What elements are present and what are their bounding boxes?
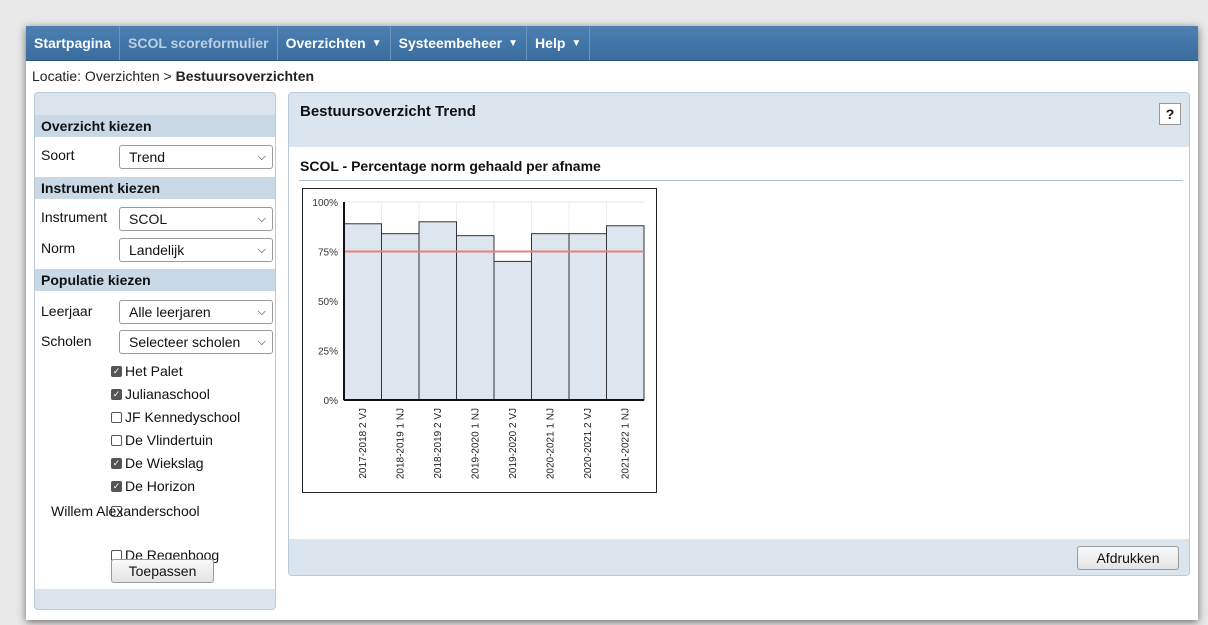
norm-select[interactable]: Landelijk ⌵	[119, 238, 273, 262]
school-checkbox-row[interactable]: JF Kennedyschool	[111, 409, 240, 425]
main-header: Bestuursoverzicht Trend ?	[289, 93, 1189, 147]
y-tick-label: 100%	[312, 198, 338, 209]
y-tick-label: 25%	[318, 347, 338, 358]
nav-item-help[interactable]: Help ▼	[527, 26, 591, 60]
leerjaar-label: Leerjaar	[41, 303, 93, 319]
help-button[interactable]: ?	[1159, 103, 1181, 125]
norm-value: Landelijk	[129, 242, 185, 258]
nav-item-label: Help	[535, 35, 566, 51]
bar	[381, 233, 420, 401]
school-label: Julianaschool	[125, 386, 210, 402]
checkbox-checked-icon[interactable]: ✓	[111, 480, 122, 492]
x-tick-label: 2020-2021 1 NJ	[545, 408, 556, 479]
nav-item-startpagina[interactable]: Startpagina	[26, 26, 121, 60]
trend-chart: 0% 25% 50% 75% 100% 2017-2018 2 VJ 2018-2019 1…	[312, 198, 645, 479]
breadcrumb-current: Bestuursoverzichten	[175, 68, 315, 84]
caret-down-icon: ▼	[508, 37, 519, 49]
chart-heading: SCOL - Percentage norm gehaald per afnam…	[300, 158, 601, 174]
sidebar: Overzicht kiezen Soort Trend ⌵ Instrument…	[34, 92, 276, 610]
leerjaar-select[interactable]: Alle leerjaren ⌵	[119, 300, 273, 324]
y-tick-label: 75%	[318, 248, 338, 259]
scholen-select[interactable]: Selecteer scholen ⌵	[119, 330, 273, 354]
bar	[456, 235, 495, 401]
nav-item-systeembeheer[interactable]: Systeembeheer ▼	[391, 26, 528, 60]
x-tick-label: 2020-2021 2 VJ	[583, 408, 594, 479]
nav-item-label: Overzichten	[285, 35, 366, 51]
school-label: De Horizon	[125, 478, 196, 494]
chart-container: 0% 25% 50% 75% 100% 2017-2018 2 VJ 2018-2019 1…	[302, 188, 657, 493]
x-tick-label: 2018-2019 1 NJ	[395, 408, 406, 479]
school-checkbox-row[interactable]: ✓ Het Palet	[111, 363, 183, 379]
school-label: Het Palet	[125, 363, 183, 379]
x-tick-label: 2018-2019 2 VJ	[433, 408, 444, 479]
divider	[299, 180, 1183, 181]
apply-button[interactable]: Toepassen	[111, 559, 214, 583]
norm-label: Norm	[41, 240, 76, 256]
main-panel: Bestuursoverzicht Trend ? SCOL - Percent…	[288, 92, 1190, 576]
bar	[343, 223, 382, 401]
scholen-value: Selecteer scholen	[129, 334, 241, 350]
nav-item-label: Systeembeheer	[398, 35, 503, 51]
school-label: De Wiekslag	[125, 455, 204, 471]
checkbox-checked-icon[interactable]: ✓	[111, 388, 122, 400]
instrument-select[interactable]: SCOL ⌵	[119, 207, 273, 231]
top-nav: Startpagina SCOL scoreformulier Overzichte…	[26, 26, 1198, 61]
nav-item-overzichten[interactable]: Overzichten ▼	[278, 26, 391, 60]
caret-down-icon: ▼	[371, 37, 382, 49]
instrument-label: Instrument	[41, 209, 108, 225]
y-tick-label: 0%	[324, 396, 339, 407]
app-window: Startpagina SCOL scoreformulier Overzichte…	[26, 26, 1198, 620]
section-instrument-kiezen: Instrument kiezen	[35, 177, 275, 199]
instrument-value: SCOL	[129, 211, 168, 227]
school-checkbox-row[interactable]: De Vlindertuin	[111, 432, 213, 448]
chevron-down-icon: ⌵	[257, 151, 266, 163]
school-checkbox-row[interactable]: ✓ Julianaschool	[111, 386, 210, 402]
section-populatie-kiezen: Populatie kiezen	[35, 269, 275, 291]
page-title: Bestuursoverzicht Trend	[300, 103, 476, 120]
school-label: De Vlindertuin	[125, 432, 213, 448]
breadcrumb: Locatie: Overzichten > Bestuursoverzicht…	[32, 68, 314, 84]
x-tick-label: 2017-2018 2 VJ	[358, 408, 369, 479]
soort-select[interactable]: Trend ⌵	[119, 145, 273, 169]
nav-item-label: SCOL scoreformulier	[128, 35, 269, 51]
checkbox-unchecked-icon[interactable]	[111, 434, 122, 446]
x-tick-label: 2019-2020 1 NJ	[470, 408, 481, 479]
y-tick-label: 50%	[318, 297, 338, 308]
school-label: JF Kennedyschool	[125, 409, 241, 425]
scholen-label: Scholen	[41, 333, 92, 349]
school-checkbox-row[interactable]: Willem Alexanderschool	[37, 501, 217, 521]
x-tick-label: 2021-2022 1 NJ	[620, 408, 631, 479]
chevron-down-icon: ⌵	[257, 306, 266, 318]
nav-item-scol-scoreformulier[interactable]: SCOL scoreformulier	[120, 26, 278, 60]
school-checkbox-row[interactable]: ✓ De Wiekslag	[111, 455, 204, 471]
chevron-down-icon: ⌵	[257, 244, 266, 256]
chevron-down-icon: ⌵	[257, 213, 266, 225]
caret-down-icon: ▼	[571, 37, 582, 49]
bar	[418, 221, 457, 401]
chevron-down-icon: ⌵	[257, 336, 266, 348]
main-footer: Afdrukken	[289, 539, 1189, 575]
checkbox-unchecked-icon[interactable]	[111, 411, 122, 423]
checkbox-checked-icon[interactable]: ✓	[111, 457, 122, 469]
soort-label: Soort	[41, 147, 75, 163]
bar	[493, 260, 532, 401]
bar	[531, 233, 570, 401]
breadcrumb-prefix: Locatie: Overzichten >	[32, 68, 176, 84]
soort-value: Trend	[129, 149, 166, 165]
nav-item-label: Startpagina	[34, 35, 112, 51]
print-button[interactable]: Afdrukken	[1077, 546, 1179, 570]
section-overzicht-kiezen: Overzicht kiezen	[35, 115, 275, 137]
x-tick-label: 2019-2020 2 VJ	[508, 408, 519, 479]
bar	[568, 233, 607, 401]
school-label: Willem Alexanderschool	[51, 503, 200, 519]
school-checkbox-row[interactable]: ✓ De Horizon	[111, 478, 195, 494]
checkbox-checked-icon[interactable]: ✓	[111, 365, 122, 377]
leerjaar-value: Alle leerjaren	[129, 304, 211, 320]
